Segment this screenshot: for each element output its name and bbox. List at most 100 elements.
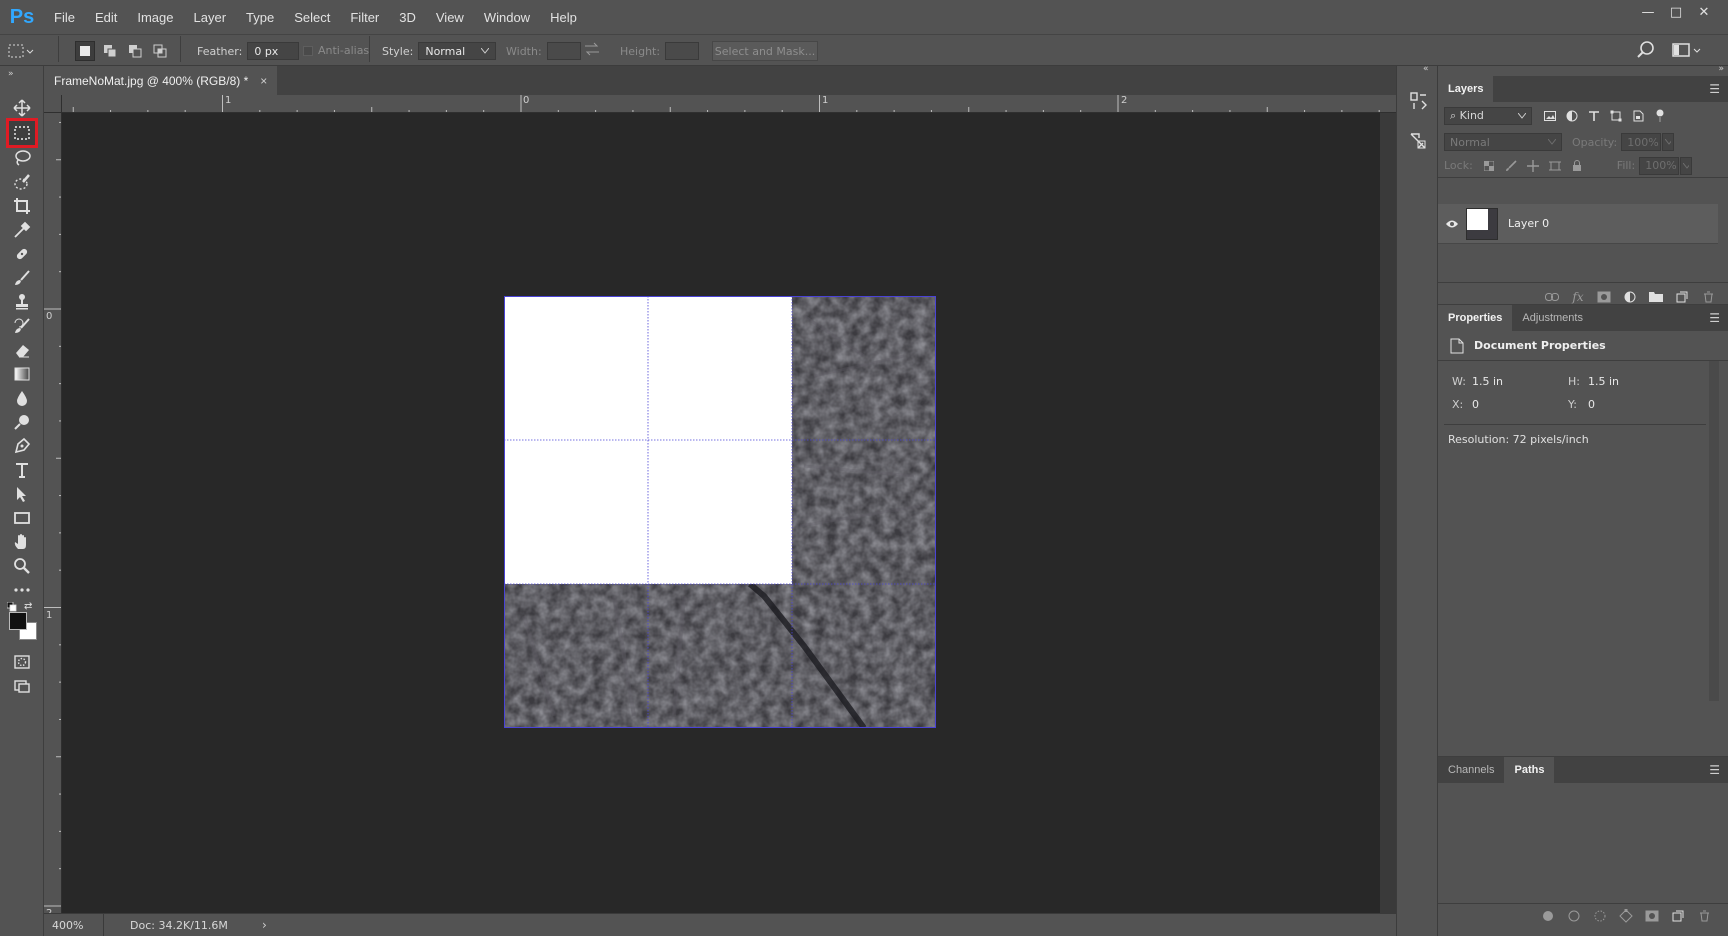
eyedropper-tool[interactable] [9, 218, 35, 242]
canvas-area[interactable] [62, 113, 1380, 913]
workspace-switcher[interactable] [1672, 41, 1702, 59]
healing-brush-tool[interactable] [9, 242, 35, 266]
quick-selection-tool[interactable] [9, 170, 35, 194]
subtract-selection-button[interactable] [125, 41, 145, 61]
lock-all-icon[interactable] [1567, 156, 1587, 176]
collapse-panels-icon[interactable]: » [1718, 64, 1724, 74]
search-icon[interactable] [1636, 40, 1656, 63]
eraser-tool[interactable] [9, 338, 35, 362]
menu-help[interactable]: Help [540, 0, 587, 34]
menu-select[interactable]: Select [284, 0, 340, 34]
delete-path-trash-icon[interactable] [1694, 906, 1714, 926]
swap-colors-icon[interactable]: ⇄ [24, 601, 32, 612]
tab-layers[interactable]: Layers [1438, 76, 1494, 102]
horizontal-ruler[interactable]: 1 0 1 2 3 [62, 95, 1396, 113]
height-input[interactable] [665, 42, 700, 60]
filter-adjustment-icon[interactable] [1562, 106, 1582, 126]
menu-view[interactable]: View [426, 0, 474, 34]
fill-input[interactable]: 100% [1639, 156, 1680, 175]
menu-3d[interactable]: 3D [389, 0, 426, 34]
pen-tool[interactable] [9, 434, 35, 458]
vertical-scrollbar[interactable] [1380, 113, 1396, 913]
h-value[interactable]: 1.5 in [1588, 375, 1619, 388]
hand-tool[interactable] [9, 530, 35, 554]
tab-channels[interactable]: Channels [1438, 757, 1504, 783]
path-selection-tool[interactable] [9, 482, 35, 506]
menu-file[interactable]: File [44, 0, 85, 34]
select-and-mask-button[interactable]: Select and Mask... [712, 41, 818, 61]
history-panel-icon[interactable] [1405, 88, 1431, 114]
expand-dock-icon[interactable]: « [1423, 64, 1429, 74]
filter-shape-icon[interactable] [1606, 106, 1626, 126]
gradient-tool[interactable] [9, 362, 35, 386]
dodge-tool[interactable] [9, 410, 35, 434]
status-menu-arrow-icon[interactable]: › [262, 918, 267, 932]
feather-input[interactable]: 0 px [247, 42, 300, 60]
filter-pixel-icon[interactable] [1540, 106, 1560, 126]
ruler-origin[interactable] [44, 95, 62, 113]
screen-mode-button[interactable] [9, 674, 35, 698]
quick-mask-button[interactable] [9, 650, 35, 674]
lasso-tool[interactable] [9, 146, 35, 170]
layer-row[interactable]: Layer 0 [1438, 204, 1718, 244]
rectangle-tool[interactable] [9, 506, 35, 530]
collapse-toolbar-icon[interactable]: » [8, 69, 14, 79]
properties-menu-icon[interactable]: ☰ [1709, 311, 1720, 325]
fill-slider-toggle[interactable] [1680, 156, 1693, 175]
rectangular-marquee-tool[interactable] [6, 118, 38, 148]
crop-tool[interactable] [9, 194, 35, 218]
clone-stamp-tool[interactable] [9, 290, 35, 314]
style-select[interactable]: Normal [418, 42, 497, 60]
menu-edit[interactable]: Edit [85, 0, 127, 34]
new-selection-button[interactable] [75, 41, 95, 61]
menu-type[interactable]: Type [236, 0, 284, 34]
fill-path-icon[interactable] [1538, 906, 1558, 926]
close-window-button[interactable]: ✕ [1690, 0, 1718, 24]
filter-smart-object-icon[interactable] [1628, 106, 1648, 126]
brush-tool[interactable] [9, 266, 35, 290]
properties-panel-icon[interactable] [1405, 128, 1431, 154]
paths-menu-icon[interactable]: ☰ [1709, 763, 1720, 777]
tab-properties[interactable]: Properties [1438, 305, 1513, 331]
layer-visibility-eye-icon[interactable] [1438, 219, 1466, 229]
menu-image[interactable]: Image [127, 0, 183, 34]
opacity-slider-toggle[interactable] [1662, 133, 1675, 151]
more-tools-button[interactable] [9, 578, 35, 602]
document-tab[interactable]: FrameNoMat.jpg @ 400% (RGB/8) * × [44, 66, 278, 95]
restore-button[interactable]: □ [1662, 0, 1690, 24]
x-value[interactable]: 0 [1472, 398, 1568, 411]
y-value[interactable]: 0 [1588, 398, 1595, 411]
w-value[interactable]: 1.5 in [1472, 375, 1568, 388]
lock-artboard-icon[interactable] [1545, 156, 1565, 176]
tab-paths[interactable]: Paths [1504, 757, 1555, 783]
width-input[interactable] [546, 42, 581, 60]
close-tab-icon[interactable]: × [260, 74, 267, 88]
filter-toggle-icon[interactable] [1650, 106, 1670, 126]
menu-filter[interactable]: Filter [340, 0, 389, 34]
blur-tool[interactable] [9, 386, 35, 410]
foreground-color-swatch[interactable] [9, 612, 27, 630]
properties-scrollbar[interactable] [1709, 361, 1719, 701]
new-path-icon[interactable] [1668, 906, 1688, 926]
opacity-input[interactable]: 100% [1621, 133, 1662, 151]
menu-layer[interactable]: Layer [184, 0, 237, 34]
make-work-path-icon[interactable] [1616, 906, 1636, 926]
lock-transparent-icon[interactable] [1479, 156, 1499, 176]
minimize-button[interactable]: — [1634, 0, 1662, 24]
blend-mode-select[interactable]: Normal [1444, 133, 1562, 151]
layer-name[interactable]: Layer 0 [1508, 217, 1549, 230]
menu-window[interactable]: Window [474, 0, 540, 34]
layers-menu-icon[interactable]: ☰ [1709, 82, 1720, 96]
zoom-field[interactable]: 400% [44, 913, 104, 936]
intersect-selection-button[interactable] [150, 41, 170, 61]
add-vector-mask-icon[interactable] [1642, 906, 1662, 926]
stroke-path-icon[interactable] [1564, 906, 1584, 926]
lock-image-icon[interactable] [1501, 156, 1521, 176]
filter-type-icon[interactable] [1584, 106, 1604, 126]
swap-dimensions-icon[interactable] [584, 42, 600, 59]
type-tool[interactable] [9, 458, 35, 482]
lock-position-icon[interactable] [1523, 156, 1543, 176]
zoom-tool[interactable] [9, 554, 35, 578]
load-path-selection-icon[interactable] [1590, 906, 1610, 926]
tab-adjustments[interactable]: Adjustments [1512, 305, 1593, 331]
